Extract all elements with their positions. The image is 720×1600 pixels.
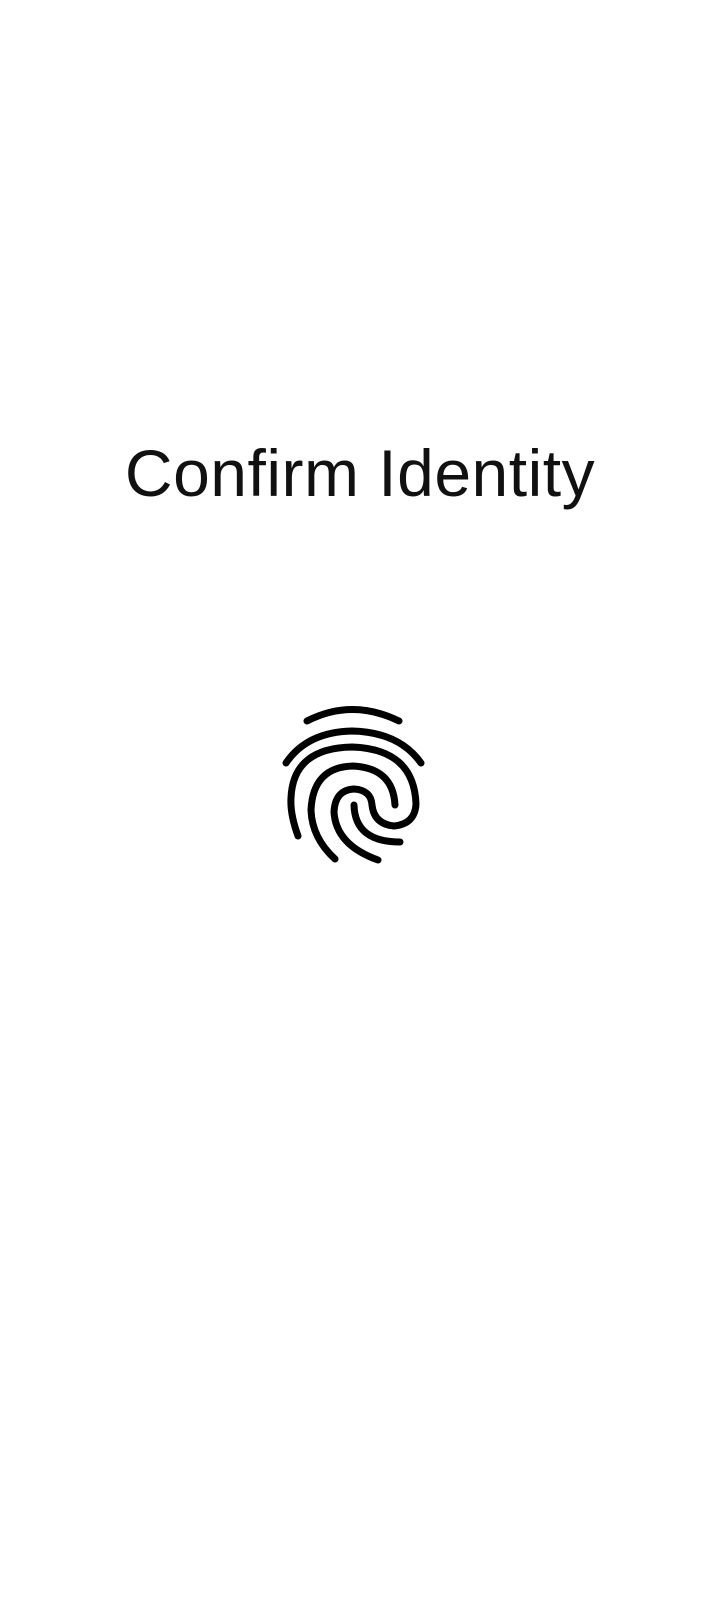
fingerprint-icon [282,706,425,864]
fingerprint-sensor[interactable] [279,702,429,868]
page-title: Confirm Identity [124,436,596,510]
confirm-identity-screen: Confirm Identity [0,0,720,1600]
